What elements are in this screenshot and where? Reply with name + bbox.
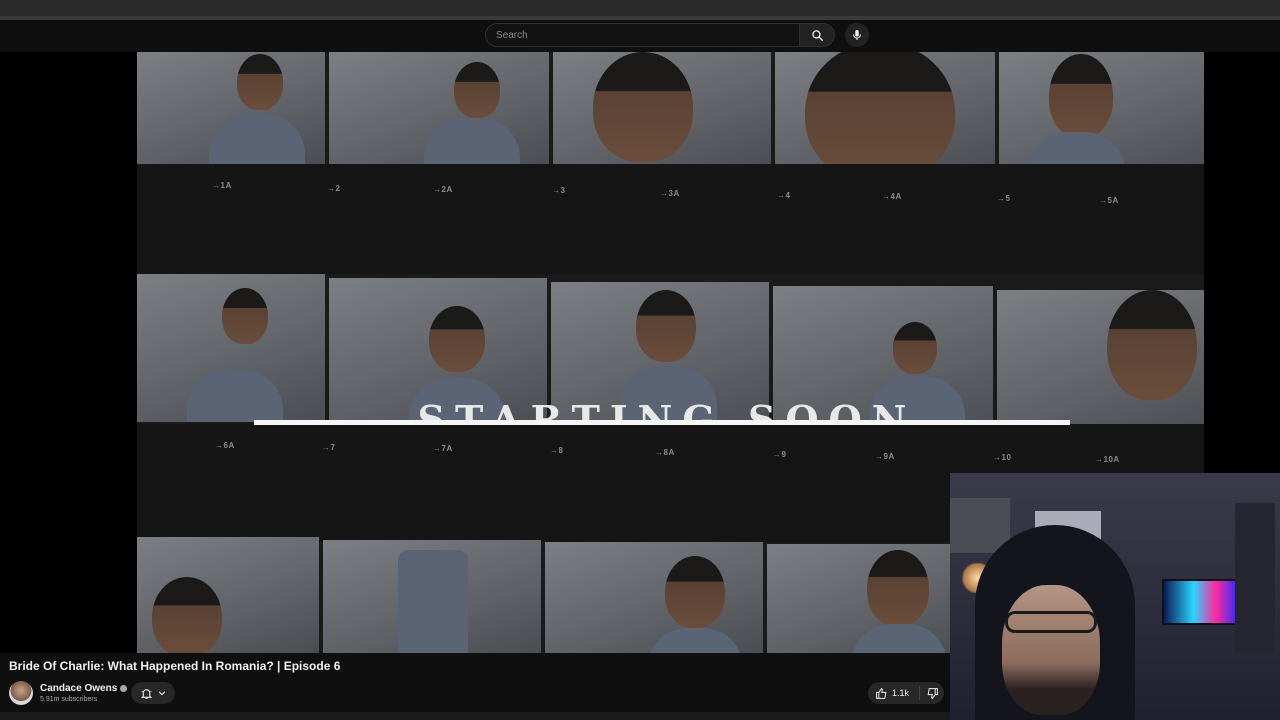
frame-number: →8A — [655, 448, 675, 457]
contact-sheet-photo — [323, 540, 541, 653]
frame-number: →4A — [882, 192, 902, 201]
frame-number: →6A — [215, 441, 235, 450]
like-button[interactable]: 1.1k — [868, 687, 915, 700]
streamer-face — [1002, 585, 1100, 715]
frame-number: →7 — [322, 443, 336, 452]
film-strip-band — [137, 164, 1204, 274]
chevron-down-icon — [158, 691, 165, 696]
frame-number: →2 — [327, 184, 341, 193]
overlay-divider — [254, 420, 1070, 425]
frame-number: →3 — [552, 186, 566, 195]
avatar[interactable] — [9, 681, 33, 705]
notifications-button[interactable] — [131, 682, 175, 704]
frame-number: →9 — [773, 450, 787, 459]
frame-number: →5A — [1099, 196, 1119, 205]
frame-number: →4 — [777, 191, 791, 200]
verified-check-icon — [120, 685, 128, 692]
channel-name[interactable]: Candace Owens — [40, 683, 117, 694]
contact-sheet-photo — [137, 537, 319, 653]
channel-name-row: Candace Owens — [40, 683, 128, 694]
webcam-background — [1235, 503, 1275, 653]
starting-soon-overlay-text: STARTING SOON — [417, 397, 917, 422]
thumbs-down-icon — [927, 687, 938, 699]
streamer-glasses — [1005, 611, 1097, 633]
contact-sheet-photo — [553, 52, 771, 170]
subscriber-count: 5.91m subscribers — [40, 696, 98, 703]
below-video-divider — [0, 712, 950, 720]
frame-number: →7A — [433, 444, 453, 453]
frame-number: →2A — [433, 185, 453, 194]
contact-sheet-photo — [775, 52, 995, 172]
frame-number: →1A — [212, 181, 232, 190]
search-button[interactable] — [799, 23, 835, 47]
frame-number: →5 — [997, 194, 1011, 203]
like-dislike-group: 1.1k — [868, 682, 944, 704]
contact-sheet-photo — [999, 52, 1204, 177]
search-bar — [485, 23, 835, 47]
frame-number: →8 — [550, 446, 564, 455]
frame-number: →10 — [993, 453, 1012, 462]
video-title: Bride Of Charlie: What Happened In Roman… — [9, 659, 341, 673]
voice-search-button[interactable] — [845, 23, 869, 47]
frame-number: →10A — [1095, 455, 1120, 464]
frame-number: →3A — [660, 189, 680, 198]
contact-sheet-photo — [329, 52, 549, 167]
search-input[interactable] — [485, 23, 799, 47]
thumbs-up-icon — [876, 687, 887, 699]
contact-sheet-photo — [767, 544, 967, 653]
microphone-icon — [853, 30, 861, 40]
like-count: 1.1k — [892, 688, 910, 698]
webcam-background — [1162, 579, 1240, 625]
browser-top-strip — [0, 0, 1280, 16]
frame-number: →9A — [875, 452, 895, 461]
dislike-button[interactable] — [920, 687, 944, 700]
channel-text: Candace Owens 5.91m subscribers — [40, 683, 128, 703]
contact-sheet-photo — [137, 52, 325, 164]
bell-icon — [140, 688, 152, 699]
contact-sheet-photo — [545, 542, 763, 653]
channel-info[interactable]: Candace Owens 5.91m subscribers — [9, 680, 128, 706]
webcam-overlay — [950, 473, 1280, 720]
search-icon — [811, 29, 823, 41]
